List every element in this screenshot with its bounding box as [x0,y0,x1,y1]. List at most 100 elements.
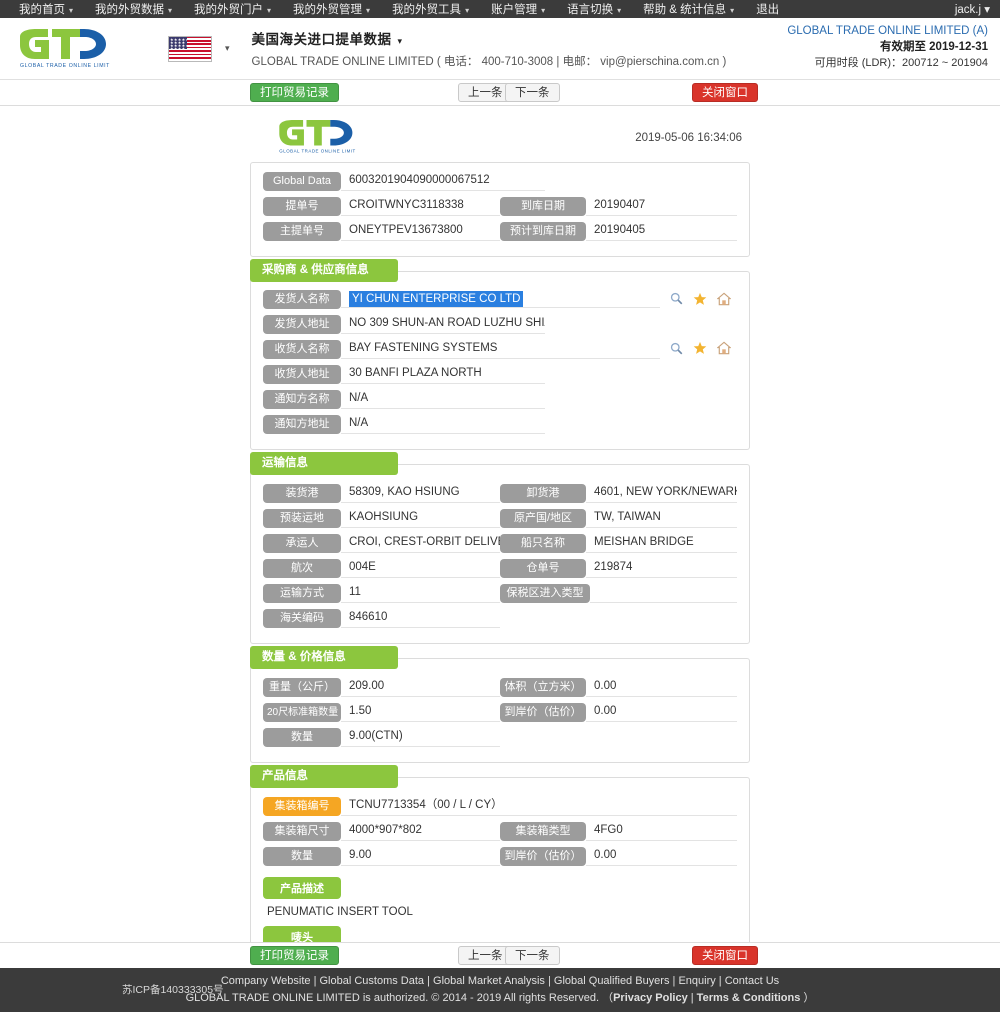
global-data-value: 6003201904090000067512 [341,171,545,191]
shipping-panel: 运输信息 装货港 58309, KAO HSIUNG 卸货港 4601, NEW… [250,452,750,644]
shipper-address-value: NO 309 SHUN-AN ROAD LUZHU SHIANG [341,314,545,334]
vessel-name-field: 船只名称 MEISHAN BRIDGE [500,533,737,553]
notify-party-address-row: 通知方地址 N/A [263,414,737,434]
shipper-name-label: 发货人名称 [263,290,341,309]
nav-item-0[interactable]: 我的首页 ▾ [8,1,84,17]
product-panel: 产品信息 集装箱编号 TCNU7713354（00 / L / CY） 集装箱尺… [250,765,750,942]
company-contact-line: GLOBAL TRADE ONLINE LIMITED ( 电话： 400-71… [251,56,727,68]
field-row: Global Data 6003201904090000067512 [263,171,737,191]
nav-item-label: 我的外贸门户 [194,4,264,16]
chevron-down-icon: ▾ [69,6,74,15]
hs-code-label: 海关编码 [263,608,341,628]
nav-item-2[interactable]: 我的外贸门户 ▾ [183,1,282,17]
footer-link-enquiry[interactable]: Enquiry [678,975,715,987]
search-icon[interactable] [670,292,683,307]
print-record-button-bottom[interactable]: 打印贸易记录 [250,946,339,965]
footer-separator: | [687,992,697,1004]
estimated-arrival-date-value: 20190405 [586,221,737,241]
chevron-down-icon[interactable]: ▾ [225,43,230,54]
place-of-receipt-label: 预装运地 [263,508,341,528]
user-menu[interactable]: jack.j ▾ [955,0,990,18]
footer-separator: | [310,975,320,987]
nav-item-3[interactable]: 我的外贸管理 ▾ [282,1,381,17]
footer-link-global-customs-data[interactable]: Global Customs Data [320,975,425,987]
star-icon[interactable] [693,341,707,357]
footer-link-terms-conditions[interactable]: Terms & Conditions [697,992,801,1004]
close-window-button-bottom[interactable]: 关闭窗口 [692,946,758,965]
notify-party-name-row: 通知方名称 N/A [263,389,737,409]
teu-value: 1.50 [341,702,500,722]
estimated-arrival-date-field: 预计到库日期 20190405 [500,221,737,241]
product-quantity-field: 数量 9.00 [263,846,500,866]
shipper-address-label: 发货人地址 [263,314,341,334]
search-icon[interactable] [670,342,683,357]
page-title[interactable]: 美国海关进口提单数据 ▾ [252,28,727,48]
port-of-loading-value: 58309, KAO HSIUNG [341,483,500,503]
port-of-loading-label: 装货港 [263,483,341,503]
nav-item-6[interactable]: 语言切换 ▾ [556,1,632,17]
nav-item-label: 我的首页 [19,4,65,16]
field-row: 集装箱尺寸 4000*907*802 集装箱类型 4FG0 [263,821,737,841]
arrival-date-label: 到库日期 [500,196,586,216]
cif-price-label: 到岸价（估价） [500,702,586,722]
shipper-action-icons [670,292,737,308]
star-icon[interactable] [693,292,707,308]
voyage-label: 航次 [263,558,341,578]
voyage-value: 004E [341,558,500,578]
footer-link-global-qualified-buyers[interactable]: Global Qualified Buyers [554,975,670,987]
footer-link-global-market-analysis[interactable]: Global Market Analysis [433,975,545,987]
bonded-entry-type-field: 保税区进入类型 [500,583,737,603]
container-no-row: 集装箱编号 TCNU7713354（00 / L / CY） [263,796,737,816]
consignee-name-row: 收货人名称 BAY FASTENING SYSTEMS [263,339,737,359]
bill-of-lading-document: GLOBAL TRADE ONLINE LIMITED 2019-05-06 1… [250,106,750,942]
field-row: 主提单号 ONEYTPEV13673800 预计到库日期 20190405 [263,221,737,241]
bottom-action-bar: 打印贸易记录 上一条 下一条 关闭窗口 [0,942,1000,968]
footer-link-contact-us[interactable]: Contact Us [725,975,779,987]
place-of-receipt-field: 预装运地 KAOHSIUNG [263,508,500,528]
close-window-button[interactable]: 关闭窗口 [692,83,758,102]
product-section-title: 产品信息 [250,765,398,788]
manifest-no-field: 仓单号 219874 [500,558,737,578]
chevron-down-icon: ▾ [730,6,735,15]
product-description-value: PENUMATIC INSERT TOOL [267,906,413,918]
footer-link-privacy-policy[interactable]: Privacy Policy [613,992,688,1004]
home-icon[interactable] [716,292,732,308]
container-size-label: 集装箱尺寸 [263,821,341,841]
shipping-marks-label: 唛头 [263,926,341,942]
site-header: GLOBAL TRADE ONLINE LIMITED ★★★★ ★★★★ ★★★★… [0,18,1000,80]
header-title-block: 美国海关进口提单数据 ▾ GLOBAL TRADE ONLINE LIMITED … [252,28,727,69]
cif-price-value: 0.00 [586,702,737,722]
manifest-no-value: 219874 [586,558,737,578]
home-icon[interactable] [716,341,732,357]
hs-code-value: 846610 [341,608,500,628]
chevron-down-icon: ▾ [366,6,371,15]
close-paren: ） [800,992,815,1004]
carrier-label: 承运人 [263,533,341,553]
global-data-field: Global Data 6003201904090000067512 [263,171,737,191]
svg-text:GLOBAL TRADE ONLINE LIMITED: GLOBAL TRADE ONLINE LIMITED [20,63,110,69]
field-row: 海关编码 846610 [263,608,737,628]
next-record-button[interactable]: 下一条 [505,83,560,102]
weight-value: 209.00 [341,677,500,697]
account-ldr-range: 可用时段 (LDR)：200712 ~ 201904 [814,57,988,69]
port-of-discharge-label: 卸货港 [500,483,586,503]
nav-item-1[interactable]: 我的外贸数据 ▾ [84,1,183,17]
field-row: 承运人 CROI, CREST-ORBIT DELIVERY 船只名称 MEIS… [263,533,737,553]
nav-item-5[interactable]: 账户管理 ▾ [480,1,556,17]
shipping-section-title: 运输信息 [250,452,398,475]
print-record-button[interactable]: 打印贸易记录 [250,83,339,102]
copyright-text: GLOBAL TRADE ONLINE LIMITED is authorize… [185,992,614,1004]
next-record-button-bottom[interactable]: 下一条 [505,946,560,965]
product-quantity-label: 数量 [263,846,341,866]
field-row: 重量（公斤） 209.00 体积（立方米） 0.00 [263,677,737,697]
nav-item-logout[interactable]: 退出 [745,1,790,17]
country-flag-selector[interactable]: ★★★★★★★★★★★★★★★★★★ ▾ [168,35,230,62]
field-row: 数量 9.00 到岸价（估价） 0.00 [263,846,737,866]
footer-link-company-website[interactable]: Company Website [221,975,311,987]
nav-item-4[interactable]: 我的外贸工具 ▾ [381,1,480,17]
nav-item-7[interactable]: 帮助 & 统计信息 ▾ [632,1,745,17]
shipper-name-value[interactable]: YI CHUN ENTERPRISE CO LTD [349,291,524,307]
account-name: GLOBAL TRADE ONLINE LIMITED (A) [787,25,988,37]
quantity-panel: 数量 & 价格信息 重量（公斤） 209.00 体积（立方米） 0.00 20尺… [250,646,750,763]
nav-item-label: 退出 [756,4,780,16]
